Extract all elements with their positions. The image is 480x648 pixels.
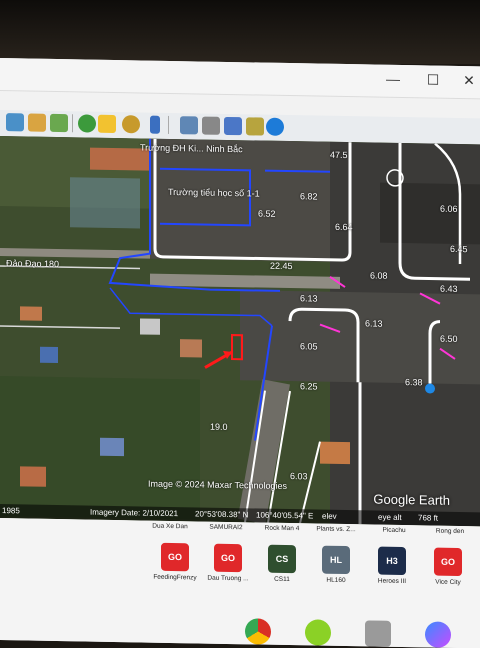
desktop-label[interactable]: Rong den: [420, 527, 480, 535]
four-icon[interactable]: [305, 619, 331, 646]
window-titlebar: — ☐ ✕: [0, 58, 480, 100]
close-button[interactable]: ✕: [456, 70, 480, 90]
toolbar-separator: [168, 115, 169, 134]
measure-label: 19.0: [210, 421, 228, 432]
measure-label: 6.05: [300, 341, 318, 352]
map-view[interactable]: Trường ĐH Ki... Ninh Bắc Trường tiểu học…: [0, 136, 480, 527]
measure-label: 6.43: [440, 283, 458, 294]
game-icon: HL: [322, 545, 350, 575]
planets-icon[interactable]: [122, 115, 140, 134]
sunlight-icon[interactable]: [98, 114, 116, 134]
shortcut-label: Heroes III: [377, 577, 407, 586]
longitude: 106°40'05.54" E: [256, 510, 314, 521]
elevation-label: elev: [322, 511, 337, 521]
desktop-label[interactable]: Picachu: [364, 526, 424, 534]
map-label: Đảo Đạo 180: [6, 258, 60, 270]
game-icon: GO: [161, 542, 189, 572]
shortcut-label: Dau Truong ...: [207, 574, 249, 583]
desktop: Dua Xe Dan SAMURAI2 Rock Man 4 Plants vs…: [0, 518, 480, 648]
apps-icon[interactable]: [365, 620, 391, 647]
map-icon[interactable]: [246, 117, 264, 136]
game-icon: CS: [268, 544, 296, 574]
chrome-icon[interactable]: [245, 618, 271, 645]
maximize-button[interactable]: ☐: [420, 69, 446, 89]
desktop-shortcut-hl160[interactable]: HL HL160: [306, 545, 366, 584]
measure-label: 6.50: [440, 333, 458, 344]
monitor-bezel: [0, 0, 480, 64]
earth-icon[interactable]: [266, 117, 284, 136]
status-year: 1985: [2, 506, 20, 516]
measure-label: 6.08: [370, 270, 388, 281]
placemark-icon[interactable]: [28, 113, 46, 132]
measure-label: 6.82: [300, 191, 318, 202]
eye-alt-label: eye alt: [378, 512, 402, 523]
measure-label: 22.45: [270, 260, 293, 272]
measure-label: 6.64: [335, 221, 353, 233]
minimize-button[interactable]: —: [380, 69, 406, 89]
history-icon[interactable]: [78, 114, 96, 133]
shortcut-label: CS11: [274, 575, 290, 584]
toolbar-separator: [72, 114, 73, 133]
messenger-icon[interactable]: [425, 621, 451, 648]
game-icon: H3: [378, 546, 406, 576]
map-label: Trường tiểu học số 1-1: [168, 186, 260, 199]
game-icon: GO: [214, 543, 242, 573]
hide-sidebar-icon[interactable]: [6, 113, 24, 132]
measure-label: 6.13: [365, 318, 383, 329]
measure-label: 6.45: [450, 243, 468, 255]
eye-alt-value: 768 ft: [418, 513, 439, 523]
desktop-shortcut-vice-city[interactable]: GO Vice City: [418, 547, 478, 586]
measure-label: 6.03: [290, 471, 308, 482]
measure-label: 6.52: [258, 208, 276, 219]
print-icon[interactable]: [202, 116, 220, 135]
imagery-date: Imagery Date: 2/10/2021: [90, 507, 179, 519]
desktop-shortcut-dau-truong[interactable]: GO Dau Truong ...: [198, 543, 258, 582]
polygon-icon[interactable]: [50, 113, 68, 133]
ruler-icon[interactable]: [150, 115, 160, 134]
desktop-shortcut-heroes-iii[interactable]: H3 Heroes III: [362, 546, 422, 585]
shortcut-label: HL160: [326, 576, 346, 585]
measure-label: 6.38: [405, 377, 423, 388]
desktop-label[interactable]: Dua Xe Dan: [140, 522, 200, 531]
email-icon[interactable]: [180, 116, 198, 135]
google-earth-logo: Google Earth: [373, 491, 450, 508]
save-image-icon[interactable]: [224, 116, 242, 136]
shortcut-label: FeedingFrenzy: [153, 573, 197, 582]
latitude: 20°53'08.38" N: [195, 509, 249, 520]
game-icon: GO: [434, 547, 462, 577]
measure-label: 6.06: [440, 203, 458, 214]
desktop-shortcut-feedingfrenzy[interactable]: GO FeedingFrenzy: [145, 542, 205, 582]
measure-label: 6.25: [300, 381, 318, 392]
measure-label: 6.13: [300, 293, 318, 304]
screen: — ☐ ✕ Trường ĐH Ki... Ninh Bắc Trường ti…: [0, 58, 480, 648]
desktop-label[interactable]: Plants vs. Z...: [306, 525, 366, 534]
map-label: Trường ĐH Ki... Ninh Bắc: [140, 142, 243, 155]
measure-label: 47.5: [330, 149, 348, 161]
desktop-label[interactable]: Rock Man 4: [252, 524, 312, 533]
shortcut-label: Vice City: [435, 578, 461, 587]
desktop-shortcut-cs11[interactable]: CS CS11: [252, 544, 312, 583]
desktop-label[interactable]: SAMURAI2: [196, 523, 256, 532]
